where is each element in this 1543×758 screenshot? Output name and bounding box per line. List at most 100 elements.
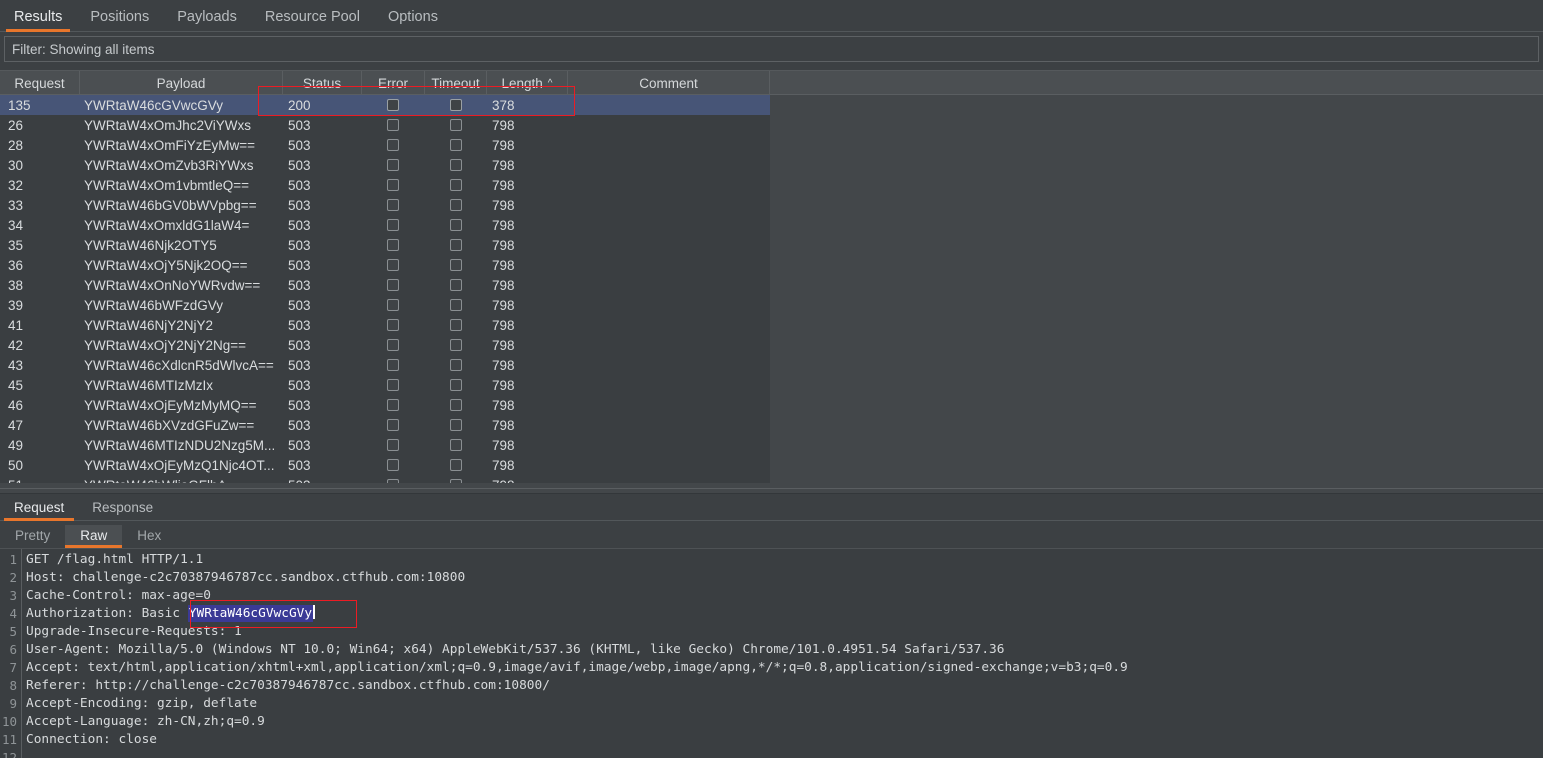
timeout-checkbox-cell[interactable]: [425, 435, 486, 455]
request-line[interactable]: GET /flag.html HTTP/1.1: [26, 551, 203, 569]
request-line[interactable]: Authorization: Basic YWRtaW46cGVwcGVy: [26, 605, 315, 623]
table-row[interactable]: 36 YWRtaW4xOjY5Njk2OQ== 503 798: [0, 255, 770, 275]
checkbox-error[interactable]: [387, 219, 399, 231]
error-checkbox-cell[interactable]: [362, 255, 424, 275]
timeout-checkbox-cell[interactable]: [425, 255, 486, 275]
checkbox-timeout[interactable]: [449, 439, 462, 451]
request-line[interactable]: Upgrade-Insecure-Requests: 1: [26, 623, 242, 641]
checkbox-error[interactable]: [387, 99, 399, 111]
checkbox-error[interactable]: [387, 339, 399, 351]
tab-payloads[interactable]: Payloads: [163, 9, 251, 32]
column-header-comment[interactable]: Comment: [568, 71, 770, 95]
column-header-payload[interactable]: Payload: [80, 71, 283, 95]
error-checkbox-cell[interactable]: [362, 135, 424, 155]
checkbox-timeout[interactable]: [449, 399, 462, 411]
timeout-checkbox-cell[interactable]: [425, 215, 486, 235]
request-line[interactable]: Cache-Control: max-age=0: [26, 587, 211, 605]
error-checkbox-cell[interactable]: [362, 415, 424, 435]
checkbox-timeout[interactable]: [449, 239, 462, 251]
error-checkbox-cell[interactable]: [362, 275, 424, 295]
error-checkbox-cell[interactable]: [362, 335, 424, 355]
table-body[interactable]: 51YWRtaW46bWljaGFlbA=50379850YWRtaW4xOjE…: [0, 95, 1543, 490]
checkbox-timeout[interactable]: [449, 459, 462, 471]
error-checkbox-cell[interactable]: [362, 95, 424, 115]
table-row[interactable]: 42 YWRtaW4xOjY2NjY2Ng== 503 798: [0, 335, 770, 355]
error-checkbox-cell[interactable]: [362, 235, 424, 255]
request-raw-editor[interactable]: 1 2 3 4 5 6 7 8 9 10 11 12 GET /flag.html HTTP/1.1 H…: [0, 548, 1543, 758]
checkbox-error[interactable]: [387, 379, 399, 391]
table-row[interactable]: 26 YWRtaW4xOmJhc2ViYWxs 503 798: [0, 115, 770, 135]
checkbox-error[interactable]: [387, 359, 399, 371]
request-line[interactable]: Accept-Encoding: gzip, deflate: [26, 695, 257, 713]
table-row[interactable]: 49 YWRtaW46MTIzNDU2Nzg5M... 503 798: [0, 435, 770, 455]
tab-resource-pool[interactable]: Resource Pool: [251, 9, 374, 32]
table-row[interactable]: 47 YWRtaW46bXVzdGFuZw== 503 798: [0, 415, 770, 435]
checkbox-error[interactable]: [387, 299, 399, 311]
column-header-length[interactable]: Length ^: [487, 71, 568, 95]
table-row[interactable]: 46 YWRtaW4xOjEyMzMyMQ== 503 798: [0, 395, 770, 415]
checkbox-timeout[interactable]: [449, 259, 462, 271]
checkbox-timeout[interactable]: [449, 419, 462, 431]
error-checkbox-cell[interactable]: [362, 455, 424, 475]
checkbox-timeout[interactable]: [449, 139, 462, 151]
checkbox-error[interactable]: [387, 159, 399, 171]
checkbox-timeout[interactable]: [449, 279, 462, 291]
checkbox-error[interactable]: [387, 259, 399, 271]
request-line[interactable]: Referer: http://challenge-c2c70387946787…: [26, 677, 550, 695]
error-checkbox-cell[interactable]: [362, 115, 424, 135]
column-header-timeout[interactable]: Timeout: [425, 71, 487, 95]
checkbox-error[interactable]: [387, 459, 399, 471]
view-tab-raw[interactable]: Raw: [65, 524, 123, 548]
tab-response[interactable]: Response: [78, 500, 167, 521]
view-tab-pretty[interactable]: Pretty: [0, 528, 65, 549]
table-row[interactable]: 38 YWRtaW4xOnNoYWRvdw== 503 798: [0, 275, 770, 295]
table-row[interactable]: 135 YWRtaW46cGVwcGVy 200 378: [0, 95, 770, 115]
table-row[interactable]: 28 YWRtaW4xOmFiYzEyMw== 503 798: [0, 135, 770, 155]
table-row[interactable]: 43 YWRtaW46cXdlcnR5dWlvcA== 503 798: [0, 355, 770, 375]
checkbox-error[interactable]: [387, 419, 399, 431]
checkbox-timeout[interactable]: [449, 219, 462, 231]
timeout-checkbox-cell[interactable]: [425, 295, 486, 315]
timeout-checkbox-cell[interactable]: [425, 175, 486, 195]
checkbox-error[interactable]: [387, 279, 399, 291]
timeout-checkbox-cell[interactable]: [425, 395, 486, 415]
error-checkbox-cell[interactable]: [362, 315, 424, 335]
request-line[interactable]: Accept-Language: zh-CN,zh;q=0.9: [26, 713, 265, 731]
error-checkbox-cell[interactable]: [362, 395, 424, 415]
selected-authorization-token[interactable]: YWRtaW46cGVwcGVy: [187, 605, 314, 622]
error-checkbox-cell[interactable]: [362, 195, 424, 215]
tab-options[interactable]: Options: [374, 9, 452, 32]
column-header-status[interactable]: Status: [283, 71, 362, 95]
timeout-checkbox-cell[interactable]: [425, 275, 486, 295]
timeout-checkbox-cell[interactable]: [425, 95, 486, 115]
timeout-checkbox-cell[interactable]: [425, 455, 486, 475]
timeout-checkbox-cell[interactable]: [425, 315, 486, 335]
tab-request[interactable]: Request: [0, 500, 78, 521]
checkbox-timeout[interactable]: [449, 119, 462, 131]
table-row[interactable]: 35 YWRtaW46Njk2OTY5 503 798: [0, 235, 770, 255]
table-row[interactable]: 41 YWRtaW46NjY2NjY2 503 798: [0, 315, 770, 335]
tab-positions[interactable]: Positions: [76, 9, 163, 32]
timeout-checkbox-cell[interactable]: [425, 335, 486, 355]
checkbox-error[interactable]: [387, 119, 399, 131]
table-row[interactable]: 50 YWRtaW4xOjEyMzQ1Njc4OT... 503 798: [0, 455, 770, 475]
checkbox-timeout[interactable]: [449, 179, 462, 191]
checkbox-error[interactable]: [387, 239, 399, 251]
column-header-request[interactable]: Request: [0, 71, 80, 95]
error-checkbox-cell[interactable]: [362, 375, 424, 395]
request-line[interactable]: User-Agent: Mozilla/5.0 (Windows NT 10.0…: [26, 641, 1004, 659]
error-checkbox-cell[interactable]: [362, 295, 424, 315]
checkbox-timeout[interactable]: [449, 299, 462, 311]
error-checkbox-cell[interactable]: [362, 355, 424, 375]
checkbox-timeout[interactable]: [449, 319, 462, 331]
checkbox-error[interactable]: [387, 439, 399, 451]
error-checkbox-cell[interactable]: [362, 155, 424, 175]
view-tab-hex[interactable]: Hex: [122, 528, 176, 549]
checkbox-error[interactable]: [387, 139, 399, 151]
table-row[interactable]: 30 YWRtaW4xOmZvb3RiYWxs 503 798: [0, 155, 770, 175]
request-line[interactable]: Accept: text/html,application/xhtml+xml,…: [26, 659, 1128, 677]
checkbox-timeout[interactable]: [449, 159, 462, 171]
request-line[interactable]: Connection: close: [26, 731, 157, 749]
table-row[interactable]: 39 YWRtaW46bWFzdGVy 503 798: [0, 295, 770, 315]
timeout-checkbox-cell[interactable]: [425, 115, 486, 135]
